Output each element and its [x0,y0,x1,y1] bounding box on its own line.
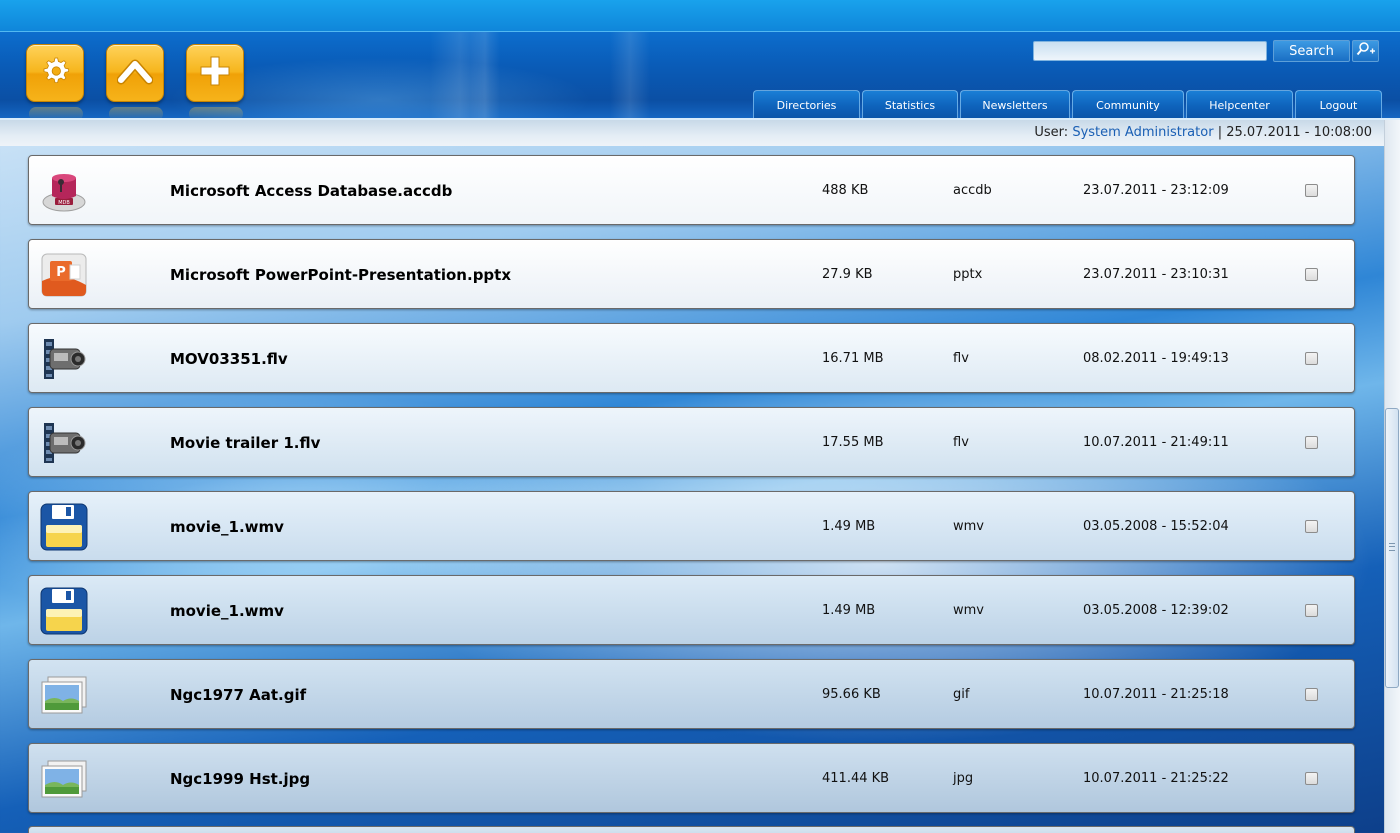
header-decoration [470,32,500,118]
file-date: 08.02.2011 - 19:49:13 [1083,351,1229,366]
user-datetime: 25.07.2011 - 10:08:00 [1226,125,1372,140]
video-camera-icon [39,418,89,468]
file-size: 1.49 MB [822,603,876,618]
chevron-up-icon [116,56,154,90]
file-name[interactable]: movie_1.wmv [170,602,284,620]
file-type: gif [953,687,970,702]
user-separator: | [1217,125,1223,140]
file-name[interactable]: movie_1.wmv [170,518,284,536]
user-prefix: User: [1034,125,1069,140]
file-row[interactable]: Ngc1999 Hst.jpg 411.44 KB jpg 10.07.2011… [28,743,1355,813]
add-button[interactable] [186,44,244,118]
file-size: 95.66 KB [822,687,881,702]
file-name[interactable]: Microsoft Access Database.accdb [170,182,452,200]
file-row[interactable]: P Microsoft PowerPoint-Presentation.pptx… [28,239,1355,309]
nav-tab-label: Directories [776,98,837,112]
svg-text:MDB: MDB [58,200,70,206]
file-name[interactable]: MOV03351.flv [170,350,288,368]
file-row[interactable]: movie_1.wmv 1.49 MB wmv 03.05.2008 - 15:… [28,491,1355,561]
search-input[interactable] [1033,41,1267,61]
file-select-checkbox[interactable] [1305,604,1318,617]
file-size: 16.71 MB [822,351,884,366]
button-reflection [109,107,163,118]
file-date: 10.07.2011 - 21:49:11 [1083,435,1229,450]
nav-tab-community[interactable]: Community [1072,90,1184,118]
file-select-checkbox[interactable] [1305,772,1318,785]
file-type: accdb [953,183,992,198]
header-top-band [0,0,1400,32]
file-type: wmv [953,519,984,534]
nav-tab-label: Statistics [884,98,936,112]
file-select-checkbox[interactable] [1305,184,1318,197]
floppy-disk-icon [39,586,89,636]
button-reflection [29,107,83,118]
nav-tab-label: Community [1096,98,1160,112]
floppy-disk-icon [39,502,89,552]
file-size: 411.44 KB [822,771,890,786]
search-button[interactable]: Search [1273,40,1350,62]
file-type: pptx [953,267,983,282]
button-reflection [189,107,243,118]
nav-tab-label: Helpcenter [1209,98,1270,112]
file-size: 27.9 KB [822,267,873,282]
file-row-partial[interactable] [28,826,1355,833]
file-size: 1.49 MB [822,519,876,534]
file-date: 10.07.2011 - 21:25:18 [1083,687,1229,702]
svg-text:P: P [56,265,66,280]
file-name[interactable]: Ngc1977 Aat.gif [170,686,306,704]
file-type: jpg [953,771,974,786]
file-row[interactable]: movie_1.wmv 1.49 MB wmv 03.05.2008 - 12:… [28,575,1355,645]
file-row[interactable]: Movie trailer 1.flv 17.55 MB flv 10.07.2… [28,407,1355,477]
nav-tab-logout[interactable]: Logout [1295,90,1382,118]
image-icon [39,670,89,720]
image-icon [39,754,89,804]
file-row[interactable]: MOV03351.flv 16.71 MB flv 08.02.2011 - 1… [28,323,1355,393]
user-name-link[interactable]: System Administrator [1072,125,1213,140]
up-button[interactable] [106,44,164,118]
file-date: 03.05.2008 - 15:52:04 [1083,519,1229,534]
advanced-search-button[interactable] [1352,40,1379,62]
user-bar: User: System Administrator | 25.07.2011 … [1034,125,1372,140]
file-date: 23.07.2011 - 23:10:31 [1083,267,1229,282]
nav-tab-statistics[interactable]: Statistics [862,90,958,118]
nav-tab-helpcenter[interactable]: Helpcenter [1186,90,1293,118]
file-date: 10.07.2011 - 21:25:22 [1083,771,1229,786]
settings-button[interactable] [26,44,84,118]
file-type: wmv [953,603,984,618]
nav-tab-newsletters[interactable]: Newsletters [960,90,1070,118]
video-camera-icon [39,334,89,384]
app-header: Search Directories Statistics Newsletter… [0,0,1400,120]
file-type: flv [953,435,969,450]
nav-tab-directories[interactable]: Directories [753,90,860,118]
search-button-label: Search [1289,43,1334,59]
file-select-checkbox[interactable] [1305,436,1318,449]
file-date: 03.05.2008 - 12:39:02 [1083,603,1229,618]
powerpoint-icon: P [39,250,89,300]
file-row[interactable]: Ngc1977 Aat.gif 95.66 KB gif 10.07.2011 … [28,659,1355,729]
file-row[interactable]: MDB Microsoft Access Database.accdb 488 … [28,155,1355,225]
gear-icon [38,54,72,92]
file-select-checkbox[interactable] [1305,352,1318,365]
file-size: 488 KB [822,183,869,198]
file-select-checkbox[interactable] [1305,268,1318,281]
scrollbar-grip-icon [1389,543,1395,551]
nav-tab-label: Newsletters [982,98,1048,112]
header-decoration [610,32,650,118]
file-type: flv [953,351,969,366]
access-database-icon: MDB [39,166,89,216]
file-name[interactable]: Movie trailer 1.flv [170,434,320,452]
file-select-checkbox[interactable] [1305,520,1318,533]
search-plus-icon [1356,41,1376,61]
file-select-checkbox[interactable] [1305,688,1318,701]
file-name[interactable]: Ngc1999 Hst.jpg [170,770,310,788]
plus-icon [198,54,232,92]
nav-tab-label: Logout [1319,98,1358,112]
file-name[interactable]: Microsoft PowerPoint-Presentation.pptx [170,266,511,284]
file-size: 17.55 MB [822,435,884,450]
file-date: 23.07.2011 - 23:12:09 [1083,183,1229,198]
